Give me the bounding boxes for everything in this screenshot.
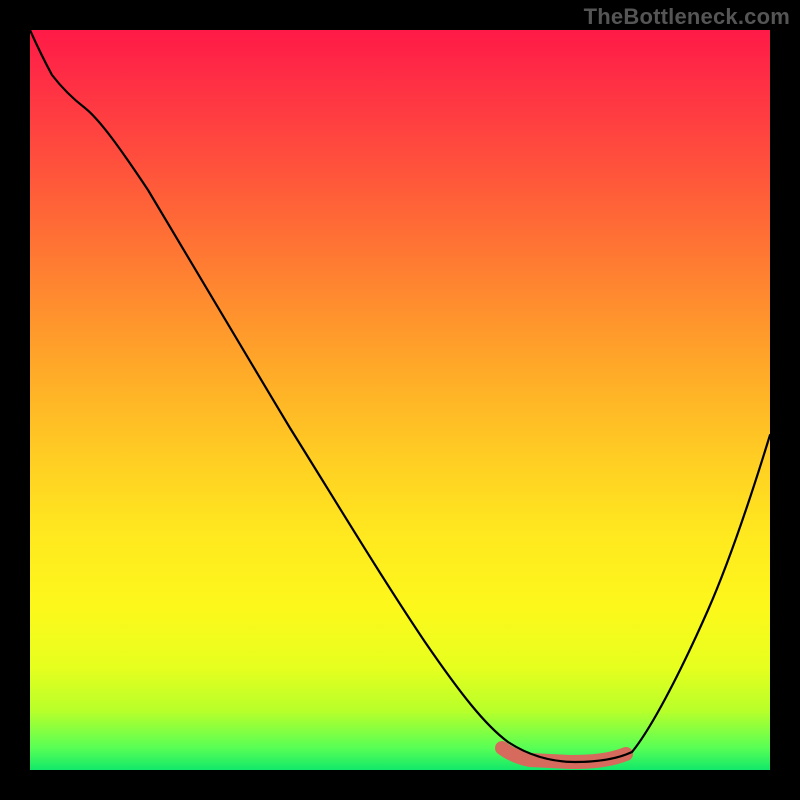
attribution-text: TheBottleneck.com: [584, 4, 790, 30]
bottleneck-curve: [30, 30, 770, 762]
curve-svg: [30, 30, 770, 770]
plot-area: [30, 30, 770, 770]
chart-frame: TheBottleneck.com: [0, 0, 800, 800]
